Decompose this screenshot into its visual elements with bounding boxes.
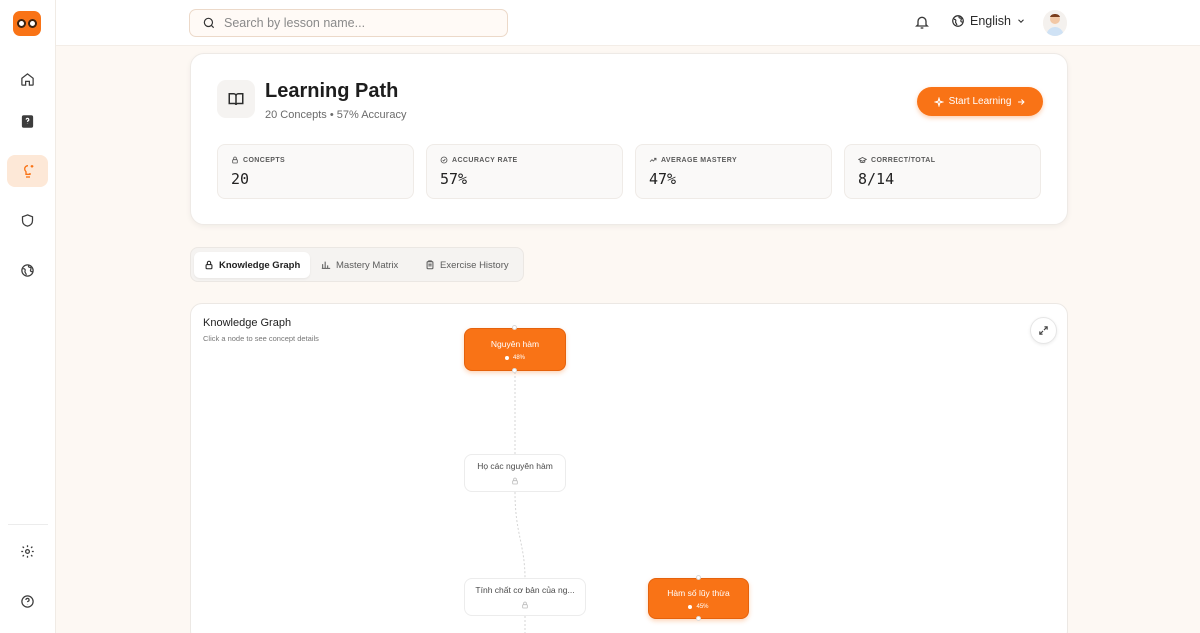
stat-label-text: AVERAGE MASTERY — [661, 156, 738, 164]
user-avatar-icon — [1043, 10, 1067, 36]
page-title: Learning Path — [265, 80, 399, 102]
node-mastery-value: 45% — [696, 603, 709, 610]
notifications-button[interactable] — [914, 14, 930, 35]
node-port — [696, 616, 701, 621]
mastery-dot-icon — [504, 355, 509, 360]
search-bar[interactable] — [189, 9, 508, 37]
tab-knowledge-graph[interactable]: Knowledge Graph — [194, 252, 311, 278]
lock-icon — [522, 601, 528, 609]
lock-icon — [205, 260, 213, 270]
graph-node-nguyen-ham[interactable]: Nguyên hàm 48% — [464, 328, 566, 371]
trending-up-icon — [649, 157, 657, 162]
sidebar-item-explore[interactable] — [7, 254, 48, 286]
sidebar-item-shield[interactable] — [7, 204, 48, 236]
stat-correct-total: CORRECT/TOTAL 8/14 — [844, 144, 1041, 199]
chevron-down-icon — [1018, 19, 1024, 23]
tab-mastery-matrix[interactable]: Mastery Matrix — [311, 252, 408, 278]
sidebar-item-lessons[interactable] — [7, 105, 48, 137]
check-circle-icon — [440, 156, 448, 164]
graph-edges — [514, 372, 526, 633]
mastery-dot-icon — [688, 604, 693, 609]
open-book-icon — [217, 80, 255, 118]
home-icon — [21, 72, 34, 86]
graph-node-ho-cac-nguyen-ham[interactable]: Họ các nguyên hàm — [464, 454, 566, 492]
sidebar-item-settings[interactable] — [7, 535, 48, 567]
accuracy-summary: 57% Accuracy — [336, 109, 407, 121]
knowledge-graph-panel: Knowledge Graph Click a node to see conc… — [190, 303, 1068, 633]
node-port — [696, 575, 701, 580]
language-selector[interactable]: English — [951, 14, 1026, 28]
sidebar-item-help[interactable] — [7, 585, 48, 617]
stat-label: AVERAGE MASTERY — [649, 156, 737, 164]
brain-sparkle-icon — [23, 165, 33, 178]
sidebar-item-home[interactable] — [7, 63, 48, 95]
stat-label: CORRECT/TOTAL — [858, 156, 935, 165]
node-port — [512, 325, 517, 330]
stat-label: ACCURACY RATE — [440, 156, 518, 164]
bar-chart-icon — [321, 261, 331, 269]
view-tabs: Knowledge Graph Mastery Matrix Exercise … — [190, 247, 524, 282]
node-mastery-value: 48% — [512, 354, 525, 361]
top-header: English — [56, 0, 1200, 46]
arrow-right-icon — [1018, 98, 1026, 105]
sidebar-item-learning-path[interactable] — [7, 155, 48, 187]
node-label: Họ các nguyên hàm — [477, 461, 553, 471]
stat-label-text: ACCURACY RATE — [452, 156, 518, 164]
stat-value: 20 — [231, 170, 250, 188]
sidebar — [0, 0, 56, 633]
globe-icon — [21, 263, 34, 277]
learning-path-summary: 20 Concepts • 57% Accuracy — [265, 109, 406, 121]
book-question-icon — [21, 114, 34, 128]
stat-value: 8/14 — [858, 170, 895, 188]
app-logo[interactable] — [13, 11, 41, 36]
tab-label: Knowledge Graph — [219, 259, 301, 271]
logo-eye-icon — [17, 19, 26, 28]
node-label: Hàm số lũy thừa — [667, 587, 730, 598]
node-port — [512, 368, 517, 373]
logo-eye-icon — [28, 19, 37, 28]
lock-icon — [232, 156, 238, 164]
search-icon — [203, 17, 215, 29]
graph-node-tinh-chat-co-ban[interactable]: Tính chất cơ bản của ng... — [464, 578, 586, 616]
stat-label: CONCEPTS — [231, 156, 285, 164]
sparkle-icon — [933, 96, 944, 107]
summary-separator: • — [329, 109, 334, 121]
help-circle-icon — [21, 594, 34, 608]
bell-icon — [915, 16, 929, 29]
search-input[interactable] — [224, 16, 484, 30]
start-learning-label: Start Learning — [948, 96, 1012, 107]
stat-concepts: CONCEPTS 20 — [217, 144, 414, 199]
stat-value: 47% — [649, 170, 677, 188]
language-label: English — [970, 14, 1011, 28]
gear-icon — [21, 544, 34, 558]
clipboard-icon — [426, 260, 434, 270]
lock-icon — [512, 477, 518, 485]
globe-icon — [952, 15, 964, 27]
node-label: Nguyên hàm — [490, 338, 540, 349]
start-learning-button[interactable]: Start Learning — [917, 87, 1043, 116]
node-label: Tính chất cơ bản của ng... — [475, 585, 575, 595]
stat-accuracy-rate: ACCURACY RATE 57% — [426, 144, 623, 199]
tab-label: Exercise History — [440, 259, 509, 271]
stat-average-mastery: AVERAGE MASTERY 47% — [635, 144, 832, 199]
stat-value: 57% — [440, 170, 468, 188]
node-mastery: 48% — [504, 354, 525, 361]
graduation-cap-icon — [858, 156, 867, 164]
tab-exercise-history[interactable]: Exercise History — [415, 252, 519, 278]
graph-node-ham-so-luy-thua[interactable]: Hàm số lũy thừa 45% — [648, 578, 749, 619]
stat-label-text: CONCEPTS — [243, 156, 286, 164]
stat-label-text: CORRECT/TOTAL — [871, 157, 936, 164]
concepts-count: 20 Concepts — [265, 109, 327, 121]
shield-icon — [21, 213, 34, 227]
sidebar-divider — [8, 524, 48, 525]
tab-label: Mastery Matrix — [336, 259, 399, 271]
graph-edge — [514, 491, 526, 580]
node-mastery: 45% — [688, 603, 709, 610]
learning-path-card: Learning Path 20 Concepts • 57% Accuracy… — [190, 53, 1068, 225]
avatar[interactable] — [1043, 10, 1067, 36]
